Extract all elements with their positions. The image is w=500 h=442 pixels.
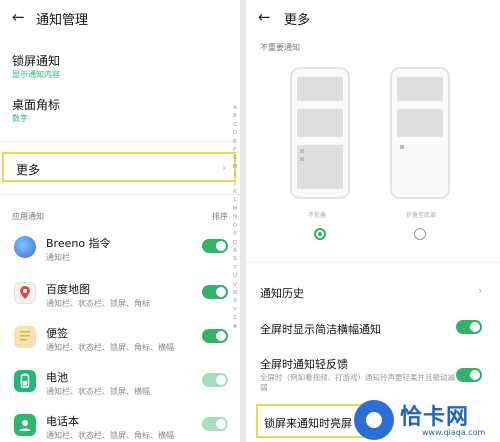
app-channels: 通知栏、状态栏、锁屏、角标、横幅 bbox=[46, 343, 174, 352]
chevron-right-icon: › bbox=[478, 284, 483, 297]
alphabet-letter[interactable]: F bbox=[231, 146, 239, 154]
preview-dot bbox=[300, 157, 304, 161]
app-row-notes[interactable]: 便签 通知栏、状态栏、锁屏、角标、横幅 bbox=[0, 322, 240, 362]
app-row-baidu-map[interactable]: 百度地图 通知栏、状态栏、锁屏、角标 bbox=[0, 278, 240, 318]
radio-no-fold[interactable] bbox=[314, 228, 326, 240]
sort-button[interactable]: 排序 bbox=[212, 211, 228, 222]
lock-screen-wake-label: 锁屏来通知时亮屏 bbox=[264, 417, 352, 430]
app-toggle[interactable] bbox=[202, 373, 228, 387]
lock-screen-title: 锁屏通知 bbox=[12, 54, 61, 68]
contacts-app-icon bbox=[14, 414, 36, 436]
page-title: 更多 bbox=[284, 13, 311, 28]
more-label: 更多 bbox=[16, 163, 41, 177]
map-app-icon bbox=[14, 282, 36, 304]
alphabet-letter[interactable]: N bbox=[231, 213, 239, 221]
app-notification-header: 应用通知 bbox=[12, 212, 44, 221]
fullscreen-light-feedback-toggle[interactable] bbox=[456, 368, 482, 382]
fold-to-bottom-preview bbox=[390, 67, 450, 199]
lock-screen-value: 显示通知内容 bbox=[12, 70, 60, 79]
alphabet-letter[interactable]: J bbox=[231, 180, 239, 188]
alphabet-letter[interactable]: B bbox=[231, 112, 239, 120]
badge-title: 桌面角标 bbox=[12, 98, 61, 112]
app-channels: 通知栏、状态栏、锁屏、角标、横幅 bbox=[46, 431, 174, 440]
watermark-text: 恰卡网 bbox=[400, 405, 470, 430]
title-bar: ← 更多 bbox=[246, 0, 500, 34]
back-arrow-icon[interactable]: ← bbox=[12, 8, 25, 26]
watermark-url: www.qiaqa.com bbox=[422, 428, 486, 437]
app-toggle[interactable] bbox=[202, 417, 228, 431]
watermark: 恰卡网 www.qiaqa.com bbox=[352, 398, 500, 442]
person-icon bbox=[19, 420, 31, 431]
chevron-right-icon: › bbox=[222, 161, 227, 174]
battery-icon bbox=[20, 373, 30, 388]
alphabet-letter[interactable]: C bbox=[231, 121, 239, 129]
more-button[interactable]: 更多 › bbox=[2, 152, 236, 182]
app-toggle[interactable] bbox=[202, 329, 228, 343]
more-settings-screen: ← 更多 不重要通知 不折叠 折叠至底部 通知历史 › 全屏时显示简洁横幅通知 bbox=[246, 0, 500, 442]
alphabet-letter[interactable]: E bbox=[231, 138, 239, 146]
preview-card bbox=[397, 109, 443, 137]
divider bbox=[246, 262, 500, 263]
no-fold-preview bbox=[290, 67, 350, 199]
notification-history-label: 通知历史 bbox=[260, 287, 304, 300]
app-name: 电池 bbox=[46, 371, 68, 384]
alphabet-letter[interactable]: M bbox=[231, 205, 239, 213]
fullscreen-banner-label: 全屏时显示简洁横幅通知 bbox=[260, 323, 381, 336]
notification-management-screen: ← 通知管理 锁屏通知 显示通知内容 桌面角标 数字 更多 › 应用通知 排序 … bbox=[0, 0, 240, 442]
unimportant-notifications-header: 不重要通知 bbox=[260, 43, 300, 52]
screenshot: ← 通知管理 锁屏通知 显示通知内容 桌面角标 数字 更多 › 应用通知 排序 … bbox=[0, 0, 500, 442]
app-channels: 通知栏 bbox=[46, 253, 70, 262]
notes-app-icon bbox=[14, 326, 36, 348]
app-row-contacts[interactable]: 电话本 通知栏、状态栏、锁屏、角标、横幅 bbox=[0, 410, 240, 442]
preview-card bbox=[297, 77, 343, 101]
app-name: 便签 bbox=[46, 327, 68, 340]
divider bbox=[0, 194, 240, 195]
radio-fold-bottom[interactable] bbox=[414, 228, 426, 240]
back-arrow-icon[interactable]: ← bbox=[258, 8, 271, 26]
app-toggle[interactable] bbox=[202, 285, 228, 299]
alphabet-letter[interactable]: G bbox=[231, 154, 239, 162]
option-label-no-fold: 不折叠 bbox=[308, 212, 327, 219]
alphabet-letter[interactable]: I bbox=[231, 171, 239, 179]
app-channels: 通知栏、状态栏、锁屏、角标 bbox=[46, 299, 150, 308]
app-row-breeno[interactable]: Breeno 指令 通知栏 bbox=[0, 232, 240, 272]
alphabet-letter[interactable]: A bbox=[231, 104, 239, 112]
app-name: Breeno 指令 bbox=[46, 237, 111, 250]
note-lines-icon bbox=[20, 331, 30, 341]
alphabet-letter[interactable]: L bbox=[231, 196, 239, 204]
divider bbox=[0, 141, 240, 142]
battery-app-icon bbox=[14, 370, 36, 392]
fullscreen-banner-toggle[interactable] bbox=[456, 320, 482, 334]
fullscreen-light-feedback-desc: 全屏时（例如看视频、打游戏）通知铃声更轻柔并且振动减弱 bbox=[260, 373, 455, 392]
breeno-app-icon bbox=[14, 236, 36, 258]
fullscreen-light-feedback-label: 全屏时通知轻反馈 bbox=[260, 358, 348, 371]
preview-dot bbox=[300, 149, 304, 153]
option-label-fold-bottom: 折叠至底部 bbox=[406, 212, 437, 219]
app-name: 百度地图 bbox=[46, 283, 90, 296]
map-pin-icon bbox=[20, 286, 30, 299]
preview-card bbox=[297, 109, 343, 137]
badge-value: 数字 bbox=[12, 114, 28, 123]
app-name: 电话本 bbox=[46, 415, 79, 428]
app-channels: 通知栏、状态栏、锁屏、横幅 bbox=[46, 387, 150, 396]
preview-card bbox=[397, 77, 443, 101]
preview-dot bbox=[400, 145, 404, 149]
watermark-logo-icon bbox=[354, 400, 394, 440]
alphabet-letter[interactable]: K bbox=[231, 188, 239, 196]
alphabet-letter[interactable]: O bbox=[231, 222, 239, 230]
alphabet-letter[interactable]: D bbox=[231, 129, 239, 137]
app-toggle[interactable] bbox=[202, 239, 228, 253]
app-row-battery[interactable]: 电池 通知栏、状态栏、锁屏、横幅 bbox=[0, 366, 240, 406]
title-bar: ← 通知管理 bbox=[0, 0, 240, 34]
alphabet-letter[interactable]: H bbox=[231, 163, 239, 171]
page-title: 通知管理 bbox=[36, 13, 89, 28]
